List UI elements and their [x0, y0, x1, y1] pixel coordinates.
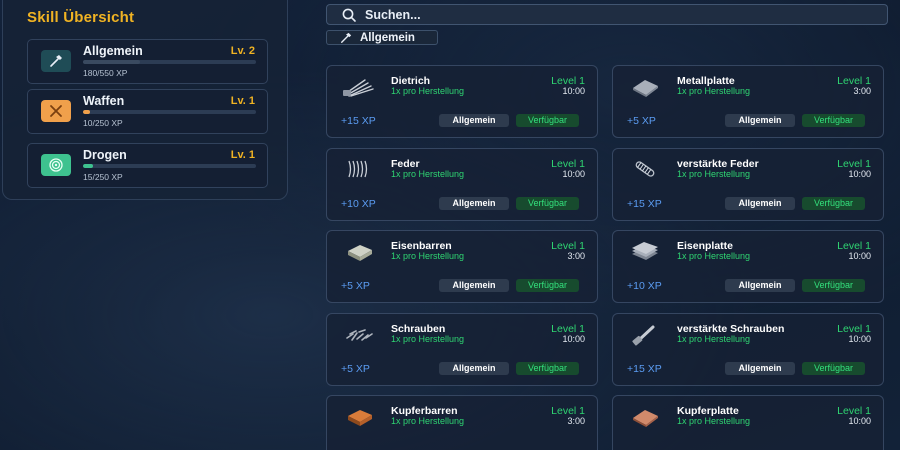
skill-name: Waffen — [83, 94, 125, 108]
category-badge: Allgemein — [725, 196, 795, 210]
item-xp-reward: +15 XP — [627, 197, 662, 210]
category-badge: Allgemein — [439, 114, 509, 127]
item-card[interactable]: Kupferbarren Level 1 1x pro Herstellung 3:0… — [326, 395, 598, 450]
status-badge: Verfügbar — [516, 114, 579, 127]
item-yield: 1x pro Herstellung — [677, 86, 751, 96]
item-card[interactable]: Eisenplatte Level 1 1x pro Herstellung 10:0… — [612, 230, 884, 303]
item-card[interactable]: Dietrich Level 1 1x pro Herstellung 10:00 +1… — [326, 65, 598, 138]
skill-card-drogen[interactable]: Drogen Lv. 1 15/250 XP — [27, 143, 268, 188]
item-xp-reward: +15 XP — [627, 362, 662, 375]
item-card[interactable]: verstärkte Feder Level 1 1x pro Herstellun… — [612, 147, 884, 221]
skill-progress-fill — [83, 60, 141, 64]
skill-name: Drogen — [83, 148, 127, 162]
skill-progress-bar — [83, 164, 256, 168]
item-thumbnail — [341, 239, 377, 263]
search-bar[interactable] — [326, 4, 888, 25]
skill-progress-fill — [83, 164, 94, 168]
category-badge: Allgemein — [725, 279, 795, 292]
category-badge: Allgemein — [725, 361, 795, 375]
status-badge: Verfügbar — [516, 361, 579, 375]
item-card[interactable]: Schrauben Level 1 1x pro Herstellung 10:00 +… — [326, 312, 598, 386]
item-card[interactable]: verstärkte Schrauben Level 1 1x pro Herste… — [612, 312, 884, 386]
skill-progress-fill — [83, 110, 90, 114]
search-icon — [342, 8, 356, 22]
skill-overview-title: Skill Übersicht — [27, 9, 135, 26]
item-yield: 1x pro Herstellung — [677, 251, 751, 261]
item-craft-time: 10:00 — [848, 251, 871, 261]
item-yield: 1x pro Herstellung — [677, 168, 751, 179]
item-xp-reward: +15 XP — [341, 115, 376, 127]
item-thumbnail — [627, 404, 663, 428]
item-yield: 1x pro Herstellung — [391, 251, 465, 261]
status-badge: Verfügbar — [802, 114, 865, 127]
item-thumbnail — [341, 157, 377, 181]
skill-name: Allgemein — [83, 44, 143, 58]
spiral-icon — [41, 154, 71, 176]
item-xp-reward: +5 XP — [341, 280, 370, 292]
item-craft-time: 3:00 — [567, 251, 585, 261]
item-craft-time: 10:00 — [848, 333, 871, 344]
skill-progress-bar — [83, 60, 256, 64]
skill-card-allgemein[interactable]: Allgemein Lv. 2 180/550 XP — [27, 39, 268, 84]
item-yield: 1x pro Herstellung — [391, 86, 465, 96]
item-card[interactable]: Kupferplatte Level 1 1x pro Herstellung 10:… — [612, 395, 884, 450]
item-yield: 1x pro Herstellung — [391, 333, 465, 344]
item-thumbnail — [341, 322, 377, 346]
filter-tag-label: Allgemein — [360, 31, 415, 44]
hammer-icon — [41, 50, 71, 72]
item-xp-reward: +10 XP — [627, 280, 662, 292]
skill-xp: 180/550 XP — [83, 68, 128, 78]
item-card[interactable]: Eisenbarren Level 1 1x pro Herstellung 3:00… — [326, 230, 598, 303]
search-input[interactable] — [365, 7, 845, 22]
skill-xp: 10/250 XP — [83, 118, 123, 128]
item-craft-time: 10:00 — [848, 416, 871, 426]
item-thumbnail — [627, 157, 663, 181]
skill-card-waffen[interactable]: Waffen Lv. 1 10/250 XP — [27, 89, 268, 134]
skill-level: Lv. 1 — [230, 149, 255, 161]
item-thumbnail — [627, 239, 663, 263]
skill-xp: 15/250 XP — [83, 172, 123, 182]
item-yield: 1x pro Herstellung — [677, 416, 751, 426]
item-thumbnail — [627, 322, 663, 346]
skill-progress-bar — [83, 110, 256, 114]
item-craft-time: 3:00 — [853, 86, 871, 96]
item-xp-reward: +10 XP — [341, 197, 376, 210]
item-thumbnail — [341, 404, 377, 428]
hammer-icon — [341, 32, 352, 43]
item-thumbnail — [341, 74, 377, 98]
filter-tag-allgemein[interactable]: Allgemein — [326, 30, 438, 45]
status-badge: Verfügbar — [802, 196, 865, 210]
status-badge: Verfügbar — [516, 279, 579, 292]
skill-level: Lv. 1 — [230, 95, 255, 107]
item-thumbnail — [627, 74, 663, 98]
crossed-swords-icon — [41, 100, 71, 122]
skill-level: Lv. 2 — [230, 45, 255, 57]
status-badge: Verfügbar — [516, 196, 579, 210]
item-yield: 1x pro Herstellung — [391, 168, 465, 179]
item-card[interactable]: Metallplatte Level 1 1x pro Herstellung 3:0… — [612, 65, 884, 138]
status-badge: Verfügbar — [802, 279, 865, 292]
category-badge: Allgemein — [439, 361, 509, 375]
item-xp-reward: +5 XP — [341, 362, 370, 375]
item-xp-reward: +5 XP — [627, 115, 656, 127]
item-yield: 1x pro Herstellung — [391, 416, 465, 426]
status-badge: Verfügbar — [802, 361, 865, 375]
category-badge: Allgemein — [439, 279, 509, 292]
item-craft-time: 10:00 — [562, 333, 585, 344]
item-craft-time: 10:00 — [562, 86, 585, 96]
skill-overview-panel: Skill Übersicht Allgemein Lv. 2 180/550 … — [2, 0, 288, 200]
item-yield: 1x pro Herstellung — [677, 333, 751, 344]
category-badge: Allgemein — [439, 196, 509, 210]
item-craft-time: 10:00 — [848, 168, 871, 179]
item-card[interactable]: Feder Level 1 1x pro Herstellung 10:00 +10 X… — [326, 147, 598, 221]
category-badge: Allgemein — [725, 114, 795, 127]
item-craft-time: 10:00 — [562, 168, 585, 179]
item-craft-time: 3:00 — [567, 416, 585, 426]
